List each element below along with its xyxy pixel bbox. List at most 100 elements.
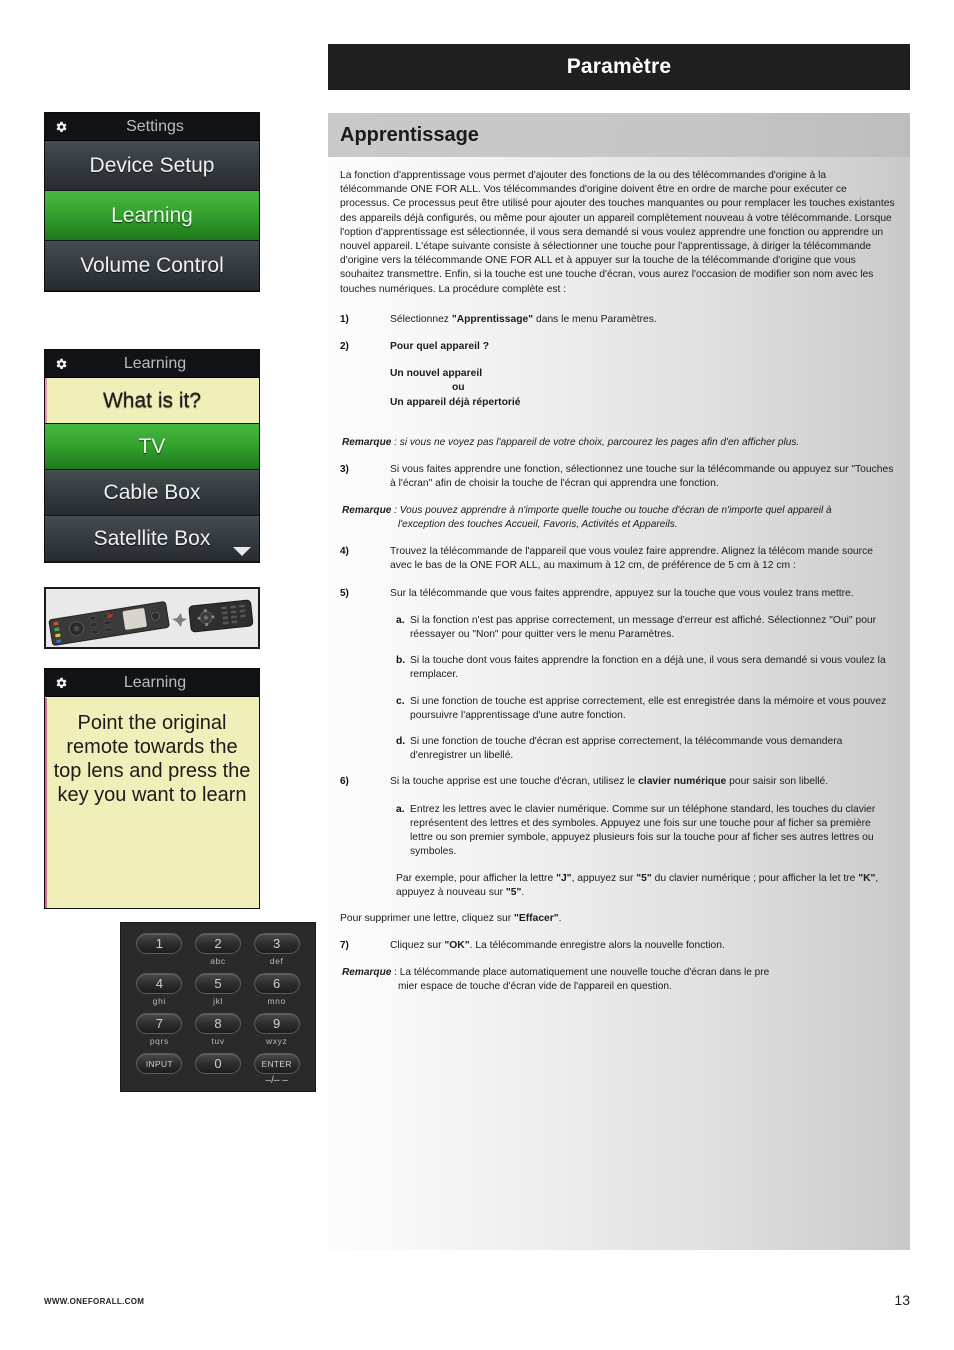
step-5-item-a-letter: a.: [396, 614, 405, 626]
remote-learning-illustration: [44, 587, 260, 649]
step-2: 2) Pour quel appareil ?: [340, 340, 896, 354]
menu-item-learning-label: Learning: [111, 203, 193, 227]
screen-settings: Settings Device Setup Learning Volume Co…: [44, 112, 260, 292]
remarque-3-label: Remarque: [342, 967, 392, 979]
device-item-satellite-box[interactable]: Satellite Box: [45, 516, 259, 562]
menu-item-learning[interactable]: Learning: [45, 191, 259, 241]
step-5: 5) Sur la télécommande que vous faites a…: [340, 587, 896, 601]
key-3[interactable]: 3: [253, 933, 300, 954]
step-4: 4) Trouvez la télécommande de l'appareil…: [340, 545, 896, 573]
step-5-item-b-text: Si la touche dont vous faites apprendre …: [410, 655, 886, 681]
example-letter-j: "J": [556, 872, 572, 884]
step-3-text: Si vous faites apprendre une fonction, s…: [390, 463, 894, 490]
device-item-tv[interactable]: TV: [45, 424, 259, 470]
step-2-number: 2): [340, 341, 349, 353]
step-6: 6) Si la touche apprise est une touche d…: [340, 775, 896, 789]
example-part-5: .: [521, 886, 525, 898]
learning-instruction-message: Point the original remote towards the to…: [45, 697, 259, 908]
page-title: Paramètre: [566, 55, 672, 78]
keypad-cell-4: 4 ghi: [133, 973, 186, 1011]
step-1-text: Sélectionnez "Apprentissage" dans le men…: [390, 313, 896, 327]
keypad-cell-enter: ENTER –/– –: [250, 1053, 303, 1091]
step-5-item-c-text: Si une fonction de touche est apprise co…: [410, 695, 887, 721]
example-part-1: Par exemple, pour afficher la lettre: [396, 872, 557, 884]
key-0[interactable]: 0: [194, 1053, 241, 1074]
delete-part-1: Pour supprimer une lettre, cliquez sur: [340, 912, 514, 924]
key-6-letters: mno: [267, 996, 286, 1006]
step-6-part-c: pour saisir son libellé.: [726, 776, 829, 788]
remarque-2-label: Remarque: [342, 505, 392, 517]
menu-item-device-setup[interactable]: Device Setup: [45, 141, 259, 191]
step-2-option-1: Un nouvel appareil: [390, 368, 483, 380]
key-7[interactable]: 7: [136, 1013, 183, 1034]
keypad-cell-input: INPUT: [133, 1053, 186, 1091]
step-7-number: 7): [340, 940, 349, 952]
key-7-letters: pqrs: [149, 1036, 169, 1046]
screen-learning-list: Learning What is it? TV Cable Box Satell…: [44, 349, 260, 563]
delete-part-2: .: [558, 912, 562, 924]
device-item-tv-label: TV: [138, 434, 166, 458]
content-panel: La fonction d'apprentissage vous permet …: [328, 157, 910, 1250]
keypad-grid: 1 2 abc 3 def 4 ghi 5 jkl 6 mno 7 pqrs 8…: [133, 933, 303, 1091]
step-2-option-2: Un appareil déjà répertorié: [390, 396, 521, 408]
prompt-what-is-it: What is it?: [45, 378, 259, 424]
step-2-text: Pour quel appareil ?: [390, 341, 489, 353]
key-6[interactable]: 6: [253, 973, 300, 994]
screen-learning-list-title: Learning: [123, 354, 187, 372]
screen-settings-title: Settings: [126, 117, 184, 135]
menu-item-volume-control-label: Volume Control: [80, 253, 224, 277]
delete-letter-paragraph: Pour supprimer une lettre, cliquez sur "…: [340, 912, 896, 926]
step-7-keyword-ok: "OK": [444, 940, 470, 952]
step-4-text: Trouvez la télécommande de l'appareil qu…: [390, 546, 873, 572]
step-5-item-c: c. Si une fonction de touche est apprise…: [340, 695, 896, 723]
key-4[interactable]: 4: [136, 973, 183, 994]
key-1[interactable]: 1: [136, 933, 183, 954]
step-6-keyword: clavier numérique: [638, 776, 727, 788]
menu-item-volume-control[interactable]: Volume Control: [45, 241, 259, 291]
manual-page: Paramètre Apprentissage La fonction d'ap…: [0, 0, 954, 1350]
keypad-cell-2: 2 abc: [192, 933, 245, 971]
key-2-letters: abc: [210, 956, 226, 966]
remarque-2: Remarque : Vous pouvez apprendre à n'imp…: [340, 504, 896, 532]
step-6-item-a: a. Entrez les lettres avec le clavier nu…: [340, 803, 896, 860]
keypad-cell-3: 3 def: [250, 933, 303, 971]
step-5-item-b: b. Si la touche dont vous faites apprend…: [340, 654, 896, 682]
keypad-cell-6: 6 mno: [250, 973, 303, 1011]
key-9[interactable]: 9: [253, 1013, 300, 1034]
step-5-item-a: a. Si la fonction n'est pas apprise corr…: [340, 614, 896, 642]
key-input[interactable]: INPUT: [136, 1053, 183, 1074]
step-7-text: Cliquez sur "OK". La télécommande enregi…: [390, 939, 896, 953]
key-9-letters: wxyz: [266, 1036, 288, 1046]
key-2[interactable]: 2: [194, 933, 241, 954]
remarque-3-text: : La télécommande place automatiquement …: [391, 967, 770, 979]
prompt-left-edge: [45, 378, 47, 423]
device-item-cable-box[interactable]: Cable Box: [45, 470, 259, 516]
gear-icon: [54, 676, 68, 690]
intro-paragraph: La fonction d'apprentissage vous permet …: [340, 170, 895, 295]
key-5[interactable]: 5: [194, 973, 241, 994]
step-3: 3) Si vous faites apprendre une fonction…: [340, 463, 896, 491]
chevron-down-icon[interactable]: [233, 547, 251, 556]
step-2-option-or: ou: [452, 382, 465, 394]
gear-icon: [54, 120, 68, 134]
keypad-cell-5: 5 jkl: [192, 973, 245, 1011]
key-8[interactable]: 8: [194, 1013, 241, 1034]
remarque-3: Remarque : La télécommande place automat…: [340, 966, 896, 994]
step-3-number: 3): [340, 463, 349, 475]
device-item-satellite-box-label: Satellite Box: [93, 526, 211, 550]
step-5-text: Sur la télécommande que vous faites appr…: [390, 587, 854, 599]
step-6-item-a-text: Entrez les lettres avec le clavier numér…: [410, 803, 876, 858]
key-enter[interactable]: ENTER: [253, 1053, 300, 1074]
page-header-bar: Paramètre: [328, 44, 910, 90]
step-2-options: Un nouvel appareil ou Un appareil déjà r…: [340, 367, 896, 410]
step-5-item-d: d. Si une fonction de touche d'écran est…: [340, 735, 896, 763]
key-8-letters: tuv: [211, 1036, 225, 1046]
step-5-item-c-letter: c.: [396, 695, 405, 707]
remote-illustration-svg: [46, 589, 258, 647]
step-6-text: Si la touche apprise est une touche d'éc…: [390, 775, 896, 789]
keypad-cell-9: 9 wxyz: [250, 1013, 303, 1051]
step-1: 1) Sélectionnez "Apprentissage" dans le …: [340, 313, 896, 327]
screen-settings-header: Settings: [45, 113, 259, 141]
key-5-letters: jkl: [213, 996, 223, 1006]
step-7-part-a: Cliquez sur: [390, 940, 445, 952]
